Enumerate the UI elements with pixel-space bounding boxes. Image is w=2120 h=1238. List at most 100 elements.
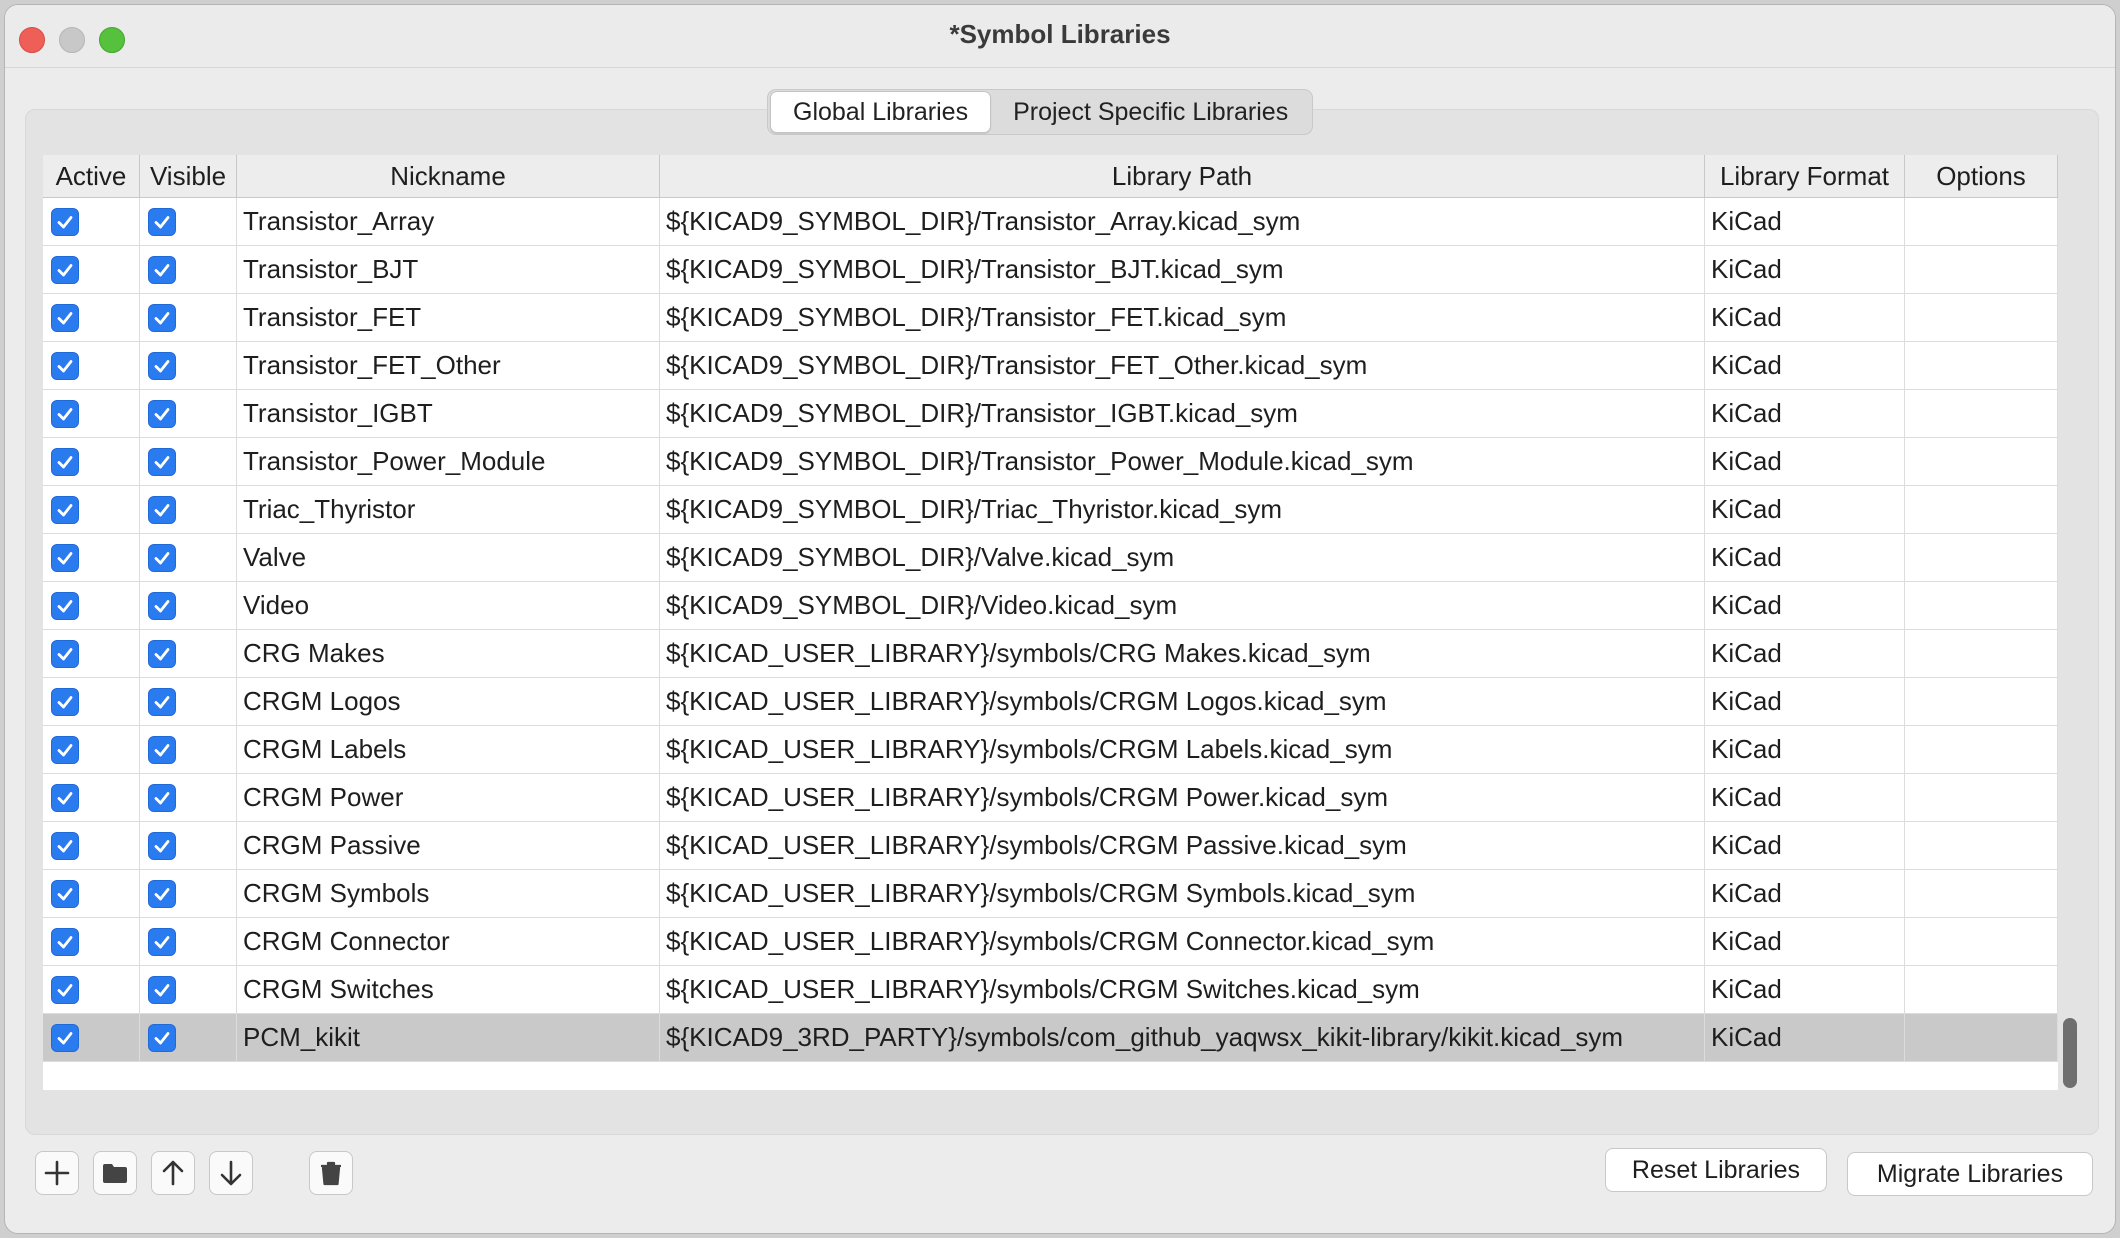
visible-checkbox[interactable] [148,448,176,476]
active-checkbox[interactable] [51,400,79,428]
library-format-cell[interactable]: KiCad [1705,582,1905,630]
options-cell[interactable] [1905,390,2058,438]
nickname-cell[interactable]: PCM_kikit [237,1014,660,1062]
table-row[interactable]: Transistor_BJT ${KICAD9_SYMBOL_DIR}/Trans… [43,246,2058,294]
library-path-cell[interactable]: ${KICAD_USER_LIBRARY}/symbols/CRGM Symbo… [660,870,1705,918]
library-path-cell[interactable]: ${KICAD_USER_LIBRARY}/symbols/CRGM Power… [660,774,1705,822]
active-checkbox[interactable] [51,736,79,764]
active-checkbox[interactable] [51,592,79,620]
options-cell[interactable] [1905,678,2058,726]
options-cell[interactable] [1905,630,2058,678]
library-format-cell[interactable]: KiCad [1705,294,1905,342]
options-cell[interactable] [1905,774,2058,822]
migrate-libraries-button[interactable]: Migrate Libraries [1847,1152,2093,1196]
table-row[interactable]: Transistor_FET ${KICAD9_SYMBOL_DIR}/Trans… [43,294,2058,342]
visible-checkbox[interactable] [148,304,176,332]
options-cell[interactable] [1905,726,2058,774]
table-row[interactable]: CRGM Power ${KICAD_USER_LIBRARY}/symbols/… [43,774,2058,822]
vertical-scroll-thumb[interactable] [2063,1018,2077,1088]
active-checkbox[interactable] [51,832,79,860]
visible-checkbox[interactable] [148,1024,176,1052]
nickname-cell[interactable]: Transistor_BJT [237,246,660,294]
library-path-cell[interactable]: ${KICAD9_SYMBOL_DIR}/Transistor_BJT.kica… [660,246,1705,294]
visible-checkbox[interactable] [148,688,176,716]
table-row[interactable]: CRGM Logos ${KICAD_USER_LIBRARY}/symbols/… [43,678,2058,726]
nickname-cell[interactable]: CRGM Connector [237,918,660,966]
options-cell[interactable] [1905,534,2058,582]
library-format-cell[interactable]: KiCad [1705,918,1905,966]
column-header-active[interactable]: Active [43,155,140,197]
library-format-cell[interactable]: KiCad [1705,678,1905,726]
library-path-cell[interactable]: ${KICAD9_SYMBOL_DIR}/Triac_Thyristor.kic… [660,486,1705,534]
column-header-visible[interactable]: Visible [140,155,237,197]
tab-project-specific-libraries[interactable]: Project Specific Libraries [991,92,1310,132]
nickname-cell[interactable]: CRGM Passive [237,822,660,870]
nickname-cell[interactable]: Valve [237,534,660,582]
library-path-cell[interactable]: ${KICAD9_SYMBOL_DIR}/Video.kicad_sym [660,582,1705,630]
nickname-cell[interactable]: Transistor_FET [237,294,660,342]
library-path-cell[interactable]: ${KICAD_USER_LIBRARY}/symbols/CRGM Label… [660,726,1705,774]
library-path-cell[interactable]: ${KICAD9_SYMBOL_DIR}/Valve.kicad_sym [660,534,1705,582]
nickname-cell[interactable]: CRGM Power [237,774,660,822]
nickname-cell[interactable]: Transistor_Power_Module [237,438,660,486]
active-checkbox[interactable] [51,448,79,476]
column-header-library-format[interactable]: Library Format [1705,155,1905,197]
move-up-button[interactable] [151,1151,195,1195]
visible-checkbox[interactable] [148,352,176,380]
reset-libraries-button[interactable]: Reset Libraries [1605,1148,1827,1192]
library-path-cell[interactable]: ${KICAD_USER_LIBRARY}/symbols/CRGM Passi… [660,822,1705,870]
table-row[interactable]: Triac_Thyristor ${KICAD9_SYMBOL_DIR}/Tria… [43,486,2058,534]
library-format-cell[interactable]: KiCad [1705,774,1905,822]
active-checkbox[interactable] [51,688,79,716]
library-format-cell[interactable]: KiCad [1705,534,1905,582]
nickname-cell[interactable]: CRGM Switches [237,966,660,1014]
library-format-cell[interactable]: KiCad [1705,966,1905,1014]
visible-checkbox[interactable] [148,544,176,572]
options-cell[interactable] [1905,966,2058,1014]
table-row[interactable]: Video ${KICAD9_SYMBOL_DIR}/Video.kicad_sy… [43,582,2058,630]
visible-checkbox[interactable] [148,736,176,764]
table-row[interactable]: Transistor_Power_Module ${KICAD9_SYMBOL_D… [43,438,2058,486]
library-format-cell[interactable]: KiCad [1705,438,1905,486]
table-row[interactable]: Transistor_IGBT ${KICAD9_SYMBOL_DIR}/Tran… [43,390,2058,438]
visible-checkbox[interactable] [148,784,176,812]
browse-library-button[interactable] [93,1151,137,1195]
nickname-cell[interactable]: Video [237,582,660,630]
visible-checkbox[interactable] [148,256,176,284]
nickname-cell[interactable]: Transistor_Array [237,198,660,246]
options-cell[interactable] [1905,1014,2058,1062]
library-path-cell[interactable]: ${KICAD9_SYMBOL_DIR}/Transistor_FET_Othe… [660,342,1705,390]
active-checkbox[interactable] [51,976,79,1004]
nickname-cell[interactable]: Transistor_FET_Other [237,342,660,390]
visible-checkbox[interactable] [148,592,176,620]
library-path-cell[interactable]: ${KICAD_USER_LIBRARY}/symbols/CRG Makes.… [660,630,1705,678]
nickname-cell[interactable]: CRGM Logos [237,678,660,726]
visible-checkbox[interactable] [148,640,176,668]
options-cell[interactable] [1905,918,2058,966]
library-path-cell[interactable]: ${KICAD9_SYMBOL_DIR}/Transistor_Array.ki… [660,198,1705,246]
table-row[interactable]: CRGM Symbols ${KICAD_USER_LIBRARY}/symbol… [43,870,2058,918]
library-path-cell[interactable]: ${KICAD9_SYMBOL_DIR}/Transistor_IGBT.kic… [660,390,1705,438]
library-path-cell[interactable]: ${KICAD_USER_LIBRARY}/symbols/CRGM Switc… [660,966,1705,1014]
table-row[interactable]: Transistor_FET_Other ${KICAD9_SYMBOL_DIR}… [43,342,2058,390]
nickname-cell[interactable]: Transistor_IGBT [237,390,660,438]
table-row[interactable]: PCM_kikit ${KICAD9_3RD_PARTY}/symbols/com… [43,1014,2058,1062]
library-path-cell[interactable]: ${KICAD9_SYMBOL_DIR}/Transistor_Power_Mo… [660,438,1705,486]
table-row[interactable]: Transistor_Array ${KICAD9_SYMBOL_DIR}/Tra… [43,198,2058,246]
visible-checkbox[interactable] [148,976,176,1004]
options-cell[interactable] [1905,486,2058,534]
remove-library-button[interactable] [309,1151,353,1195]
library-path-cell[interactable]: ${KICAD_USER_LIBRARY}/symbols/CRGM Logos… [660,678,1705,726]
active-checkbox[interactable] [51,304,79,332]
library-format-cell[interactable]: KiCad [1705,246,1905,294]
active-checkbox[interactable] [51,1024,79,1052]
visible-checkbox[interactable] [148,400,176,428]
options-cell[interactable] [1905,246,2058,294]
visible-checkbox[interactable] [148,832,176,860]
active-checkbox[interactable] [51,928,79,956]
move-down-button[interactable] [209,1151,253,1195]
active-checkbox[interactable] [51,640,79,668]
library-format-cell[interactable]: KiCad [1705,630,1905,678]
options-cell[interactable] [1905,198,2058,246]
active-checkbox[interactable] [51,256,79,284]
